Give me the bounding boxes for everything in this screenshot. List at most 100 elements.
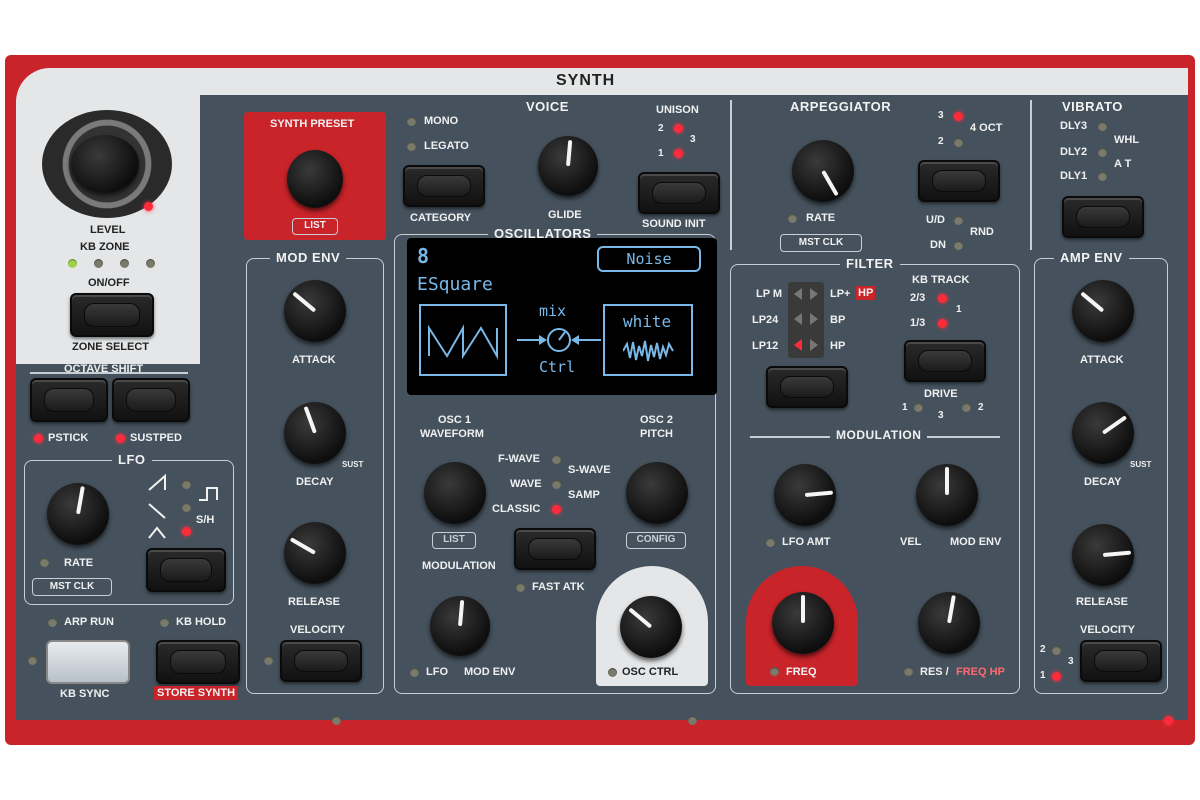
- unison-2-label: 2: [658, 123, 664, 134]
- arp-divider: [730, 100, 732, 250]
- filter-mod-env-knob[interactable]: [916, 464, 978, 526]
- mod-env-release-knob[interactable]: [284, 522, 346, 584]
- drive-2-led: [962, 403, 971, 412]
- classic-led[interactable]: [552, 505, 561, 514]
- lfo-wave-button[interactable]: [146, 548, 226, 592]
- fwave-led: [552, 455, 561, 464]
- kb-track-23-label: 2/3: [910, 292, 926, 304]
- octave-up-button[interactable]: [112, 378, 190, 422]
- display-noise-icon: [623, 340, 674, 362]
- amp-env-attack-knob[interactable]: [1072, 280, 1134, 342]
- level-knob-area: [40, 110, 178, 220]
- arp-rate-knob[interactable]: [792, 140, 854, 202]
- drive-2-label: 2: [978, 402, 984, 413]
- osc-type-button[interactable]: [514, 528, 596, 570]
- kb-track-13-label: 1/3: [910, 317, 926, 329]
- display-mix-icon: [517, 328, 601, 352]
- kb-hold-button[interactable]: [156, 640, 240, 684]
- osc1-list-tag[interactable]: LIST: [432, 532, 476, 549]
- osc2-config-tag[interactable]: CONFIG: [626, 532, 686, 549]
- store-synth-label: STORE SYNTH: [154, 686, 239, 700]
- classic-label: CLASSIC: [492, 503, 541, 515]
- lfo-mst-clk-label: MST CLK: [49, 581, 95, 592]
- filter-res-knob[interactable]: [918, 592, 980, 654]
- mod-env-velocity-led: [264, 656, 273, 665]
- lfo-rate-knob[interactable]: [47, 483, 109, 545]
- unison-button[interactable]: [638, 172, 720, 214]
- filter-lphp-label: LP+: [830, 288, 851, 300]
- osc2-config-label: CONFIG: [636, 534, 676, 545]
- lfo-amt-knob[interactable]: [774, 464, 836, 526]
- synth-preset-title: SYNTH PRESET: [270, 118, 355, 130]
- glide-knob[interactable]: [538, 136, 598, 196]
- amp-vel-1-label: 1: [1040, 670, 1046, 681]
- filter-hp-label: HP: [830, 340, 846, 352]
- lfo-mst-clk-tag[interactable]: MST CLK: [32, 578, 112, 596]
- osc-mod-lfo-led: [410, 668, 419, 677]
- osc-modulation-knob[interactable]: [430, 596, 490, 656]
- kb-track-label: KB TRACK: [912, 274, 970, 286]
- filter-freq-knob[interactable]: [772, 592, 834, 654]
- filter-lpm-label: LP M: [756, 288, 783, 300]
- osc2-label: OSC 2: [640, 414, 674, 426]
- osc-mod-env-label: MOD ENV: [464, 666, 516, 678]
- octave-down-button[interactable]: [30, 378, 108, 422]
- header-bar: [200, 68, 1188, 95]
- amp-env-release-knob[interactable]: [1072, 524, 1134, 586]
- mod-env-velocity-button[interactable]: [280, 640, 362, 682]
- osc2-pitch-knob[interactable]: [626, 462, 688, 524]
- arp-oct2-label: 2: [938, 136, 944, 147]
- bottom-led-3: [1164, 716, 1173, 725]
- mod-env-attack-label: ATTACK: [292, 354, 336, 366]
- lfo-rate-label: RATE: [64, 557, 94, 569]
- voice-mode-button[interactable]: [403, 165, 485, 207]
- filter-title: FILTER: [840, 256, 900, 271]
- unison-label: UNISON: [656, 104, 699, 116]
- kb-zone-led-2: [94, 259, 103, 268]
- osc1-waveform-label: WAVEFORM: [420, 428, 484, 440]
- osc1-label: OSC 1: [438, 414, 472, 426]
- filter-type-arrows-icon: [794, 288, 818, 351]
- osc1-waveform-knob[interactable]: [424, 462, 486, 524]
- wave-led: [552, 480, 561, 489]
- kb-track-button[interactable]: [904, 340, 986, 382]
- amp-env-velocity-button[interactable]: [1080, 640, 1162, 682]
- amp-env-decay-knob[interactable]: [1072, 402, 1134, 464]
- synth-preset-knob[interactable]: [287, 150, 343, 208]
- pstick-led: [34, 434, 43, 443]
- preset-list-tag[interactable]: LIST: [292, 218, 338, 235]
- filter-freq-label: FREQ: [786, 666, 817, 678]
- kb-hold-label: KB HOLD: [176, 616, 227, 628]
- lfo-rate-led: [40, 558, 49, 567]
- preset-list-label: LIST: [304, 220, 326, 231]
- lfo-amt-led: [766, 538, 775, 547]
- filter-type-button[interactable]: [766, 366, 848, 408]
- amp-vel-1-led: [1052, 672, 1061, 681]
- mod-env-attack-knob[interactable]: [284, 280, 346, 342]
- arp-oct4-label: 4 OCT: [970, 122, 1003, 134]
- arp-octave-button[interactable]: [918, 160, 1000, 202]
- filter-res-label: RES /: [920, 666, 949, 678]
- level-knob[interactable]: [71, 135, 139, 193]
- unison-3-label: 3: [690, 134, 696, 145]
- bottom-led-2: [688, 716, 697, 725]
- lfo-sh-led: [182, 527, 191, 536]
- arp-dn-label: DN: [930, 239, 946, 251]
- legato-led: [407, 142, 416, 151]
- vibrato-button[interactable]: [1062, 196, 1144, 238]
- zone-select-button[interactable]: [70, 293, 154, 337]
- arp-oct3-led: [954, 112, 963, 121]
- arp-mst-clk-tag[interactable]: MST CLK: [780, 234, 862, 252]
- arp-oct2-led: [954, 138, 963, 147]
- osc-ctrl-knob[interactable]: [620, 596, 682, 658]
- mod-env-release-label: RELEASE: [288, 596, 340, 608]
- display-program-number: 8: [417, 244, 430, 268]
- mod-env-decay-knob[interactable]: [284, 402, 346, 464]
- mod-env-decay-label: DECAY: [296, 476, 334, 488]
- pstick-label: PSTICK: [48, 432, 89, 444]
- amp-vel-3-label: 3: [1068, 656, 1074, 667]
- arp-run-button[interactable]: [46, 640, 130, 684]
- kb-sync-led: [28, 656, 37, 665]
- filter-lp24-label: LP24: [752, 314, 779, 326]
- zone-select-label: ZONE SELECT: [72, 341, 150, 353]
